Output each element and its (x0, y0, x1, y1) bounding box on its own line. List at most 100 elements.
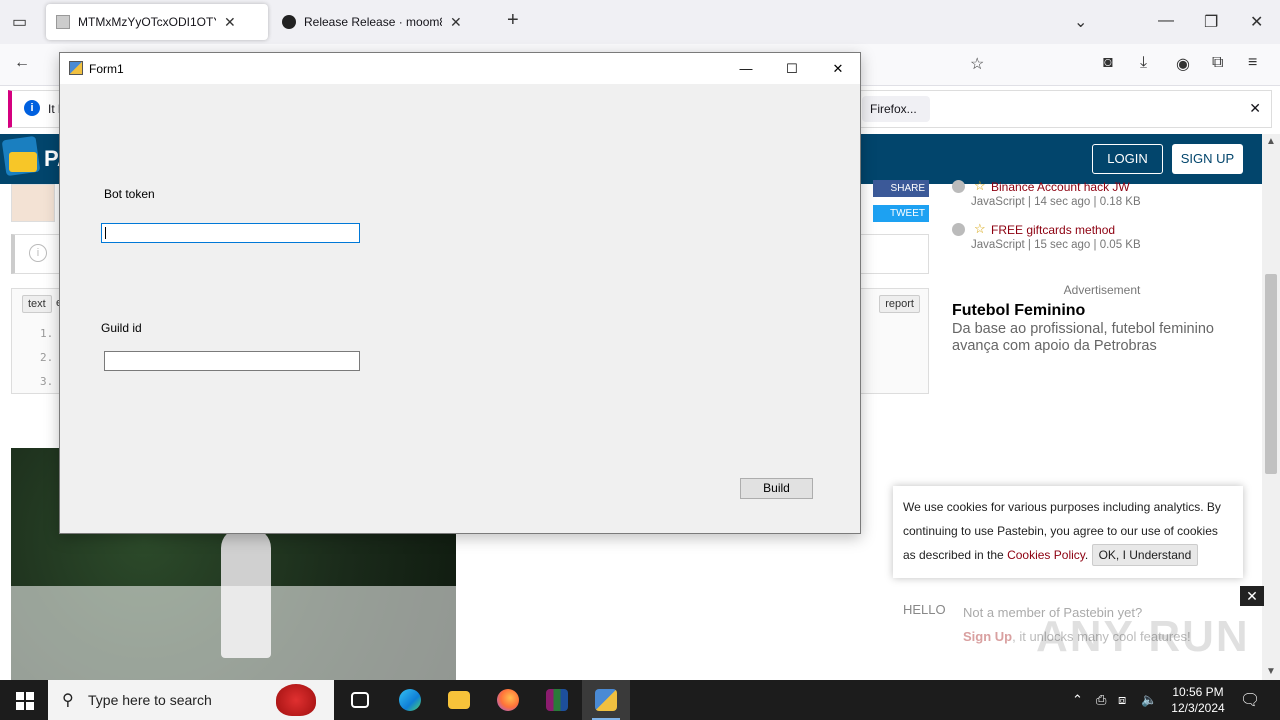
minimize-icon[interactable]: — (1158, 12, 1174, 30)
syntax-tag[interactable]: text (22, 295, 52, 313)
search-highlight-icon (276, 684, 316, 716)
hello-signup-link[interactable]: Sign Up (963, 629, 1012, 644)
back-icon[interactable]: ← (14, 54, 30, 72)
cookies-policy-link[interactable]: Cookies Policy (1007, 548, 1085, 562)
taskbar-firefox[interactable] (484, 680, 532, 720)
restore-icon[interactable]: ❐ (1204, 12, 1218, 32)
close-icon[interactable]: ✕ (1249, 100, 1261, 117)
pastebin-logo-badge (9, 152, 37, 172)
account-icon[interactable]: ◉ (1176, 54, 1190, 74)
hello-badge: HELLO (903, 602, 946, 617)
star-icon: ☆ (974, 178, 986, 193)
clock-date: 12/3/2024 (1171, 701, 1225, 715)
form-maximize-button[interactable]: ☐ (769, 53, 815, 84)
share-button[interactable]: SHARE (873, 180, 929, 197)
paste-meta: JavaScript | 15 sec ago | 0.05 KB (971, 239, 1141, 251)
firefox-icon (497, 689, 519, 711)
login-button[interactable]: LOGIN (1092, 144, 1163, 174)
notifications-icon[interactable]: 🗨 (1240, 690, 1260, 710)
start-button[interactable] (0, 680, 48, 720)
line-number: 1. (40, 327, 54, 340)
globe-icon (952, 180, 965, 193)
close-window-icon[interactable]: ✕ (1250, 12, 1263, 32)
show-hidden-icons-icon[interactable]: ⌃ (1072, 692, 1083, 708)
close-tab-icon[interactable]: ✕ (450, 14, 462, 31)
bookmark-star-icon[interactable]: ☆ (970, 54, 984, 74)
scroll-thumb[interactable] (1265, 274, 1277, 474)
taskbar-search-box[interactable]: ⚲ Type here to search (48, 680, 334, 720)
network-icon[interactable]: ⧈ (1118, 692, 1126, 708)
ad-label: Advertisement (1063, 283, 1141, 297)
folder-icon (448, 691, 470, 709)
tweet-button[interactable]: TWEET (873, 205, 929, 222)
windows-logo-pane (26, 692, 34, 700)
form-title-bar[interactable]: Form1 — ☐ ✕ (60, 53, 860, 84)
text-caret (105, 227, 106, 239)
paste-title[interactable]: Binance Account hack JW (991, 180, 1130, 194)
bot-token-label: Bot token (104, 187, 155, 201)
github-icon (282, 15, 296, 29)
chevron-down-icon[interactable]: ⌄ (1074, 12, 1087, 32)
pocket-icon[interactable]: ◙ (1103, 54, 1113, 72)
taskbar-file-explorer[interactable] (435, 680, 483, 720)
form-app-icon (69, 61, 83, 75)
task-view-icon (351, 692, 369, 708)
close-tab-icon[interactable]: ✕ (224, 14, 236, 31)
tab-pastebin[interactable]: MTMxMzYyOTcxODI1OTY5OTg2 ✕ (46, 4, 268, 40)
taskbar-winrar[interactable] (533, 680, 581, 720)
paste-meta: JavaScript | 14 sec ago | 0.18 KB (971, 196, 1141, 208)
taskbar-edge[interactable] (386, 680, 434, 720)
cookie-banner: We use cookies for various purposes incl… (893, 486, 1243, 578)
ad-description[interactable]: Da base ao profissional, futebol feminin… (952, 321, 1252, 355)
form-close-button[interactable]: ✕ (815, 53, 861, 84)
cookie-accept-button[interactable]: OK, I Understand (1091, 544, 1199, 566)
form-minimize-button[interactable]: — (723, 53, 769, 84)
scroll-up-icon[interactable]: ▲ (1266, 136, 1276, 147)
menu-icon[interactable]: ≡ (1248, 54, 1257, 72)
tab-github[interactable]: Release Release · moom825/Di ✕ (272, 4, 494, 40)
tab-list-icon[interactable]: ▭ (12, 12, 27, 32)
windows-logo-pane (16, 702, 24, 710)
search-placeholder: Type here to search (88, 692, 212, 708)
build-button[interactable]: Build (740, 478, 813, 499)
globe-icon (952, 223, 965, 236)
paste-title[interactable]: FREE giftcards method (991, 223, 1115, 237)
downloads-icon[interactable]: ⤓ (1140, 54, 1147, 72)
report-button[interactable]: report (879, 295, 920, 313)
task-view-button[interactable] (336, 680, 384, 720)
taskbar-clock[interactable]: 10:56 PM 12/3/2024 (1160, 684, 1236, 716)
form-app-icon (595, 689, 617, 711)
taskbar-form1[interactable] (582, 680, 630, 720)
windows-logo-pane (26, 702, 34, 710)
close-icon[interactable]: ✕ (1240, 586, 1264, 606)
pastebin-favicon (56, 15, 70, 29)
edge-icon (399, 689, 421, 711)
info-icon: i (29, 244, 47, 262)
tab-label: MTMxMzYyOTcxODI1OTY5OTg2 (78, 15, 216, 29)
avatar[interactable] (11, 184, 55, 222)
bot-token-input[interactable] (101, 223, 360, 243)
form-title: Form1 (89, 62, 124, 76)
notification-button[interactable]: Firefox... (862, 96, 930, 122)
search-icon: ⚲ (62, 692, 74, 709)
guild-id-input[interactable] (104, 351, 360, 371)
browser-tab-bar: ▭ MTMxMzYyOTcxODI1OTY5OTg2 ✕ Release Rel… (0, 0, 1280, 44)
signup-button[interactable]: SIGN UP (1172, 144, 1243, 174)
star-icon: ☆ (974, 221, 986, 236)
winrar-icon (546, 689, 568, 711)
new-tab-icon[interactable]: + (507, 9, 519, 32)
windows-taskbar: ⚲ Type here to search ⌃ ⎙ ⧈ 🔈 10:56 PM 1… (0, 680, 1280, 720)
ad-title[interactable]: Futebol Feminino (952, 302, 1085, 320)
line-number: 3. (40, 375, 54, 388)
guild-id-label: Guild id (101, 321, 142, 335)
clock-time: 10:56 PM (1172, 685, 1224, 699)
extensions-icon[interactable]: ⧉ (1212, 54, 1223, 72)
tab-label: Release Release · moom825/Di (304, 15, 442, 29)
info-icon: i (24, 100, 40, 116)
volume-icon[interactable]: 🔈 (1141, 692, 1157, 708)
device-icon[interactable]: ⎙ (1096, 692, 1106, 708)
scroll-down-icon[interactable]: ▼ (1266, 666, 1276, 677)
windows-logo-pane (16, 692, 24, 700)
page-scrollbar[interactable]: ▲ ▼ (1262, 134, 1280, 680)
form1-window: Form1 — ☐ ✕ Bot token Guild id Build (59, 52, 861, 534)
